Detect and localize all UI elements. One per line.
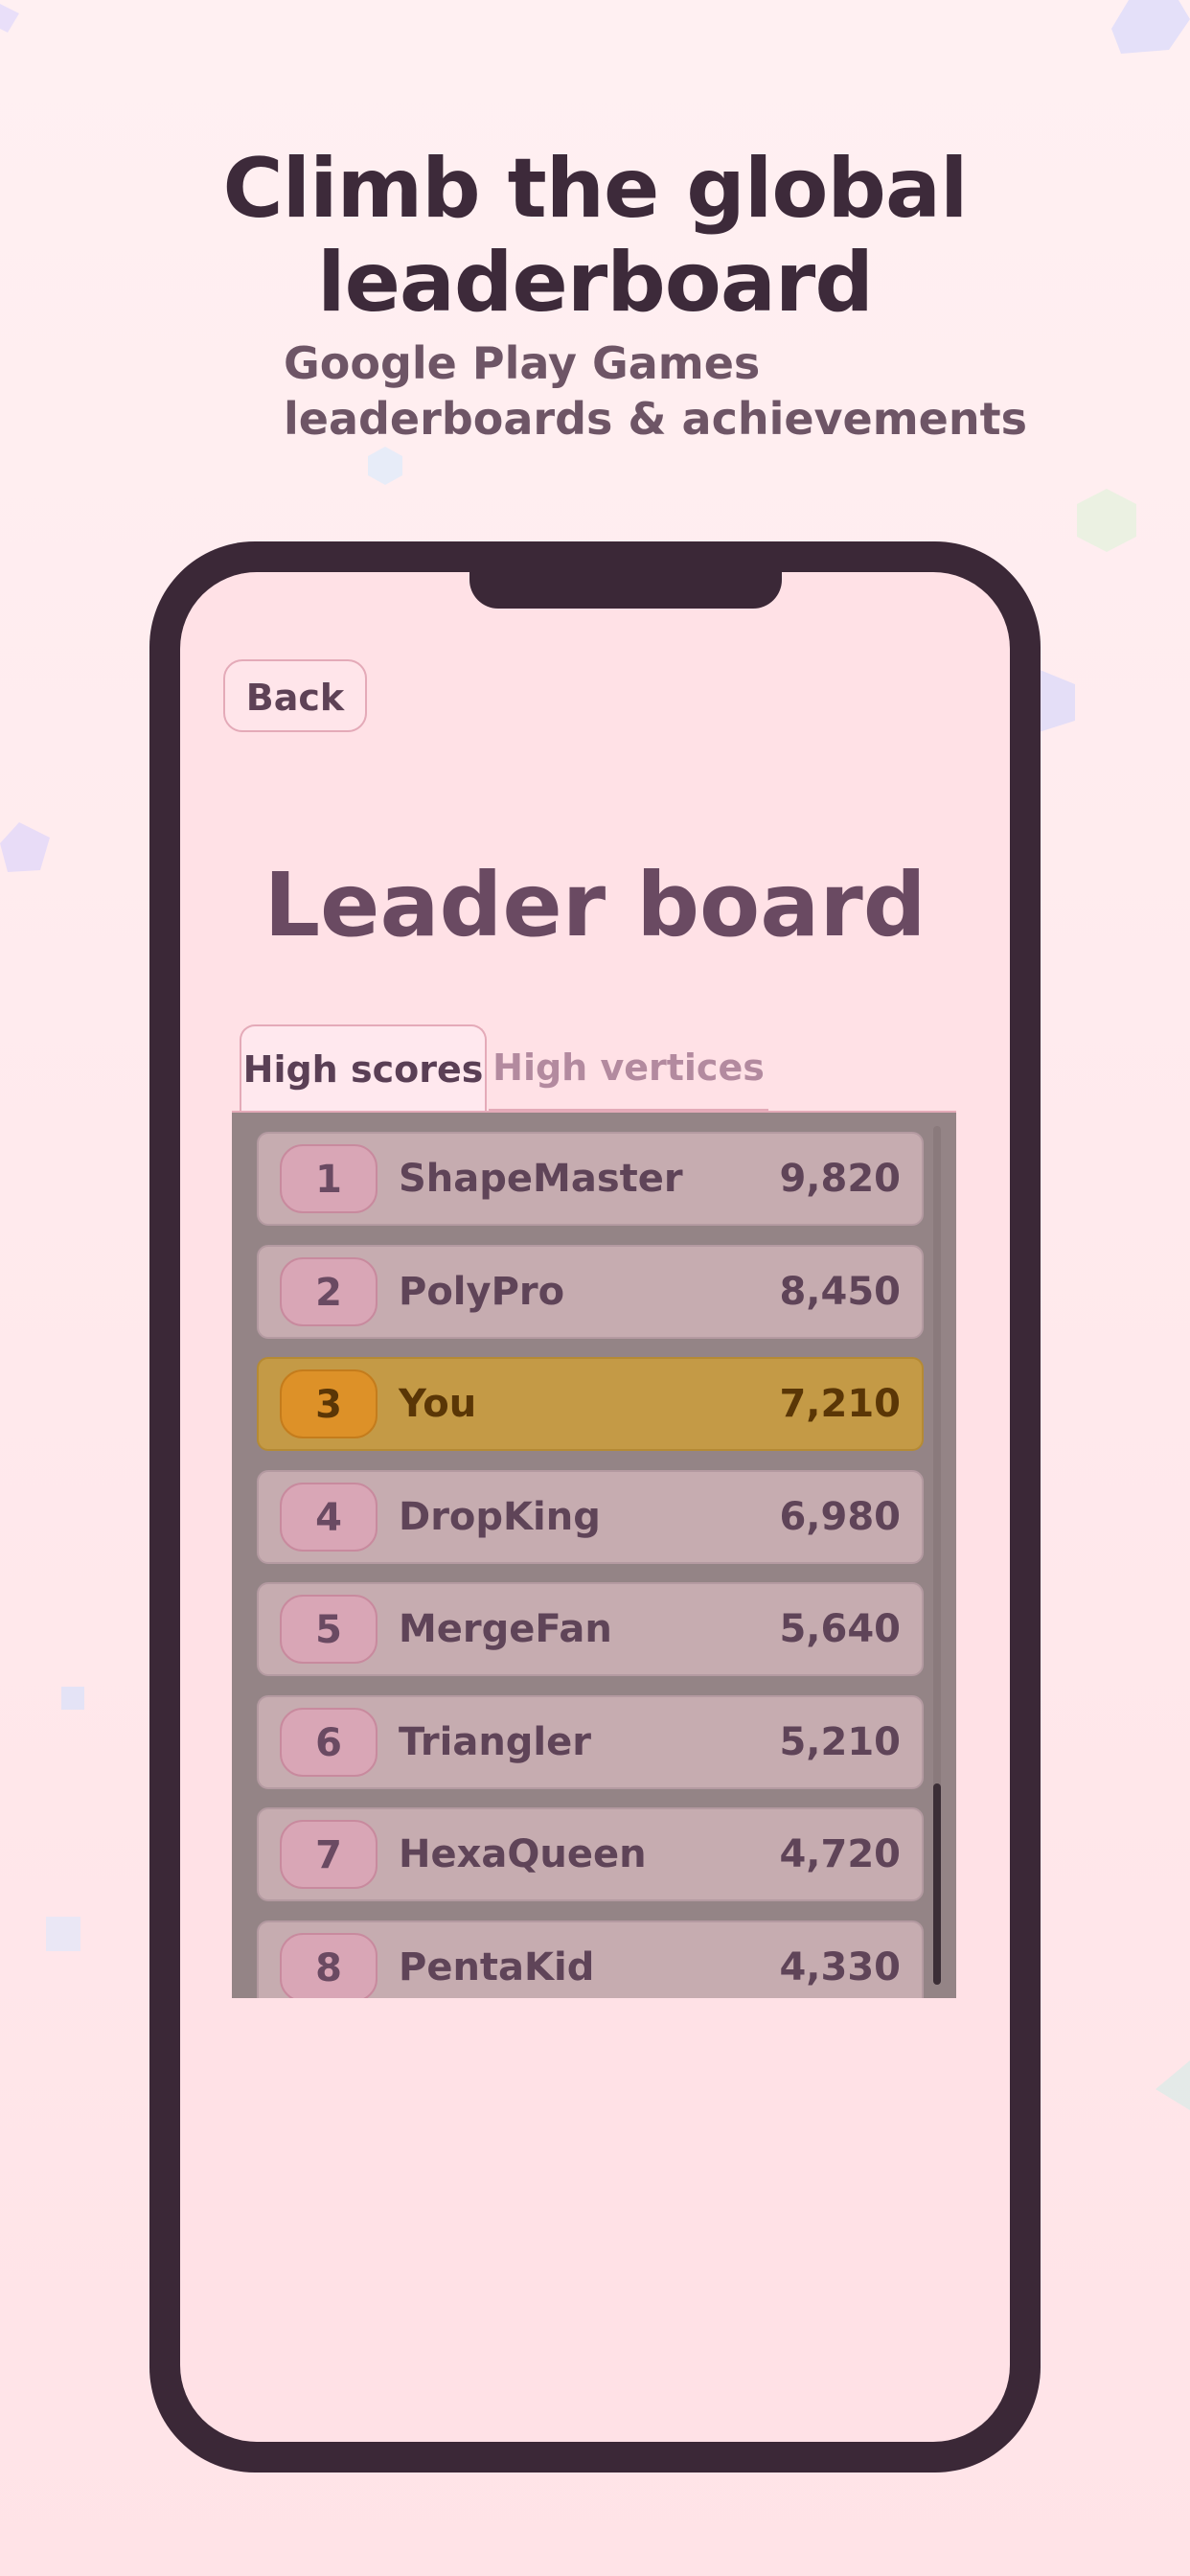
promo-subline-line1: Google Play Games: [284, 337, 761, 389]
player-score: 7,210: [779, 1382, 901, 1426]
promo-headline-line2: leaderboard: [317, 235, 874, 331]
decor-square-left: [61, 1687, 84, 1710]
promo-subline: Google Play Games leaderboards & achieve…: [284, 335, 1027, 447]
player-score: 9,820: [779, 1157, 901, 1201]
rank-badge: 4: [280, 1483, 378, 1552]
player-name: PolyPro: [399, 1270, 565, 1314]
phone-screen: Back Leader board High scores High verti…: [180, 572, 1010, 2442]
scrollbar-thumb[interactable]: [933, 1783, 941, 1985]
player-score: 5,210: [779, 1720, 901, 1764]
leaderboard-row: 8 PentaKid 4,330: [257, 1920, 924, 1998]
player-name: PentaKid: [399, 1945, 595, 1990]
rank-badge: 5: [280, 1595, 378, 1664]
leaderboard-row: 4 DropKing 6,980: [257, 1470, 924, 1564]
decor-triangle-right: [1156, 2060, 1190, 2110]
player-name: HexaQueen: [399, 1832, 647, 1876]
leaderboard-row-current-user: 3 You 7,210: [257, 1357, 924, 1451]
tab-high-vertices[interactable]: High vertices: [489, 1024, 768, 1111]
player-score: 8,450: [779, 1270, 901, 1314]
leaderboard-tabs: High scores High vertices: [240, 1024, 776, 1113]
rank-badge: 6: [280, 1708, 378, 1777]
promo-headline: Climb the global leaderboard: [0, 142, 1190, 330]
decor-pentagon-top-left: [0, 4, 19, 33]
player-name: DropKing: [399, 1495, 601, 1539]
page-title: Leader board: [263, 854, 927, 956]
leaderboard-row: 7 HexaQueen 4,720: [257, 1807, 924, 1901]
promo-headline-line1: Climb the global: [222, 141, 969, 237]
player-name: Triangler: [399, 1720, 591, 1764]
leaderboard-row: 5 MergeFan 5,640: [257, 1582, 924, 1676]
promo-subline-line2: leaderboards & achievements: [284, 393, 1027, 445]
decor-square-left-2: [46, 1917, 80, 1951]
leaderboard-row: 2 PolyPro 8,450: [257, 1245, 924, 1339]
player-name: You: [399, 1382, 477, 1426]
rank-badge: 8: [280, 1933, 378, 1998]
rank-badge: 1: [280, 1144, 378, 1213]
tab-high-scores[interactable]: High scores: [240, 1024, 487, 1111]
player-name: MergeFan: [399, 1607, 612, 1651]
player-score: 4,330: [779, 1945, 901, 1990]
player-name: ShapeMaster: [399, 1157, 683, 1201]
phone-frame: Back Leader board High scores High verti…: [149, 541, 1041, 2472]
player-score: 5,640: [779, 1607, 901, 1651]
phone-notch: [469, 572, 782, 609]
rank-badge: 3: [280, 1369, 378, 1438]
leaderboard-list[interactable]: 1 ShapeMaster 9,820 2 PolyPro 8,450 3 Yo…: [232, 1111, 956, 1998]
player-score: 6,980: [779, 1495, 901, 1539]
decor-hexagon-green: [1077, 489, 1136, 552]
rank-badge: 2: [280, 1257, 378, 1326]
decor-pentagon-left: [0, 822, 50, 872]
leaderboard-row: 6 Triangler 5,210: [257, 1695, 924, 1789]
leaderboard-row: 1 ShapeMaster 9,820: [257, 1132, 924, 1226]
player-score: 4,720: [779, 1832, 901, 1876]
decor-hexagon-small: [368, 447, 402, 485]
decor-hexagon-top-right: [1111, 0, 1190, 54]
back-button[interactable]: Back: [223, 659, 367, 732]
rank-badge: 7: [280, 1820, 378, 1889]
